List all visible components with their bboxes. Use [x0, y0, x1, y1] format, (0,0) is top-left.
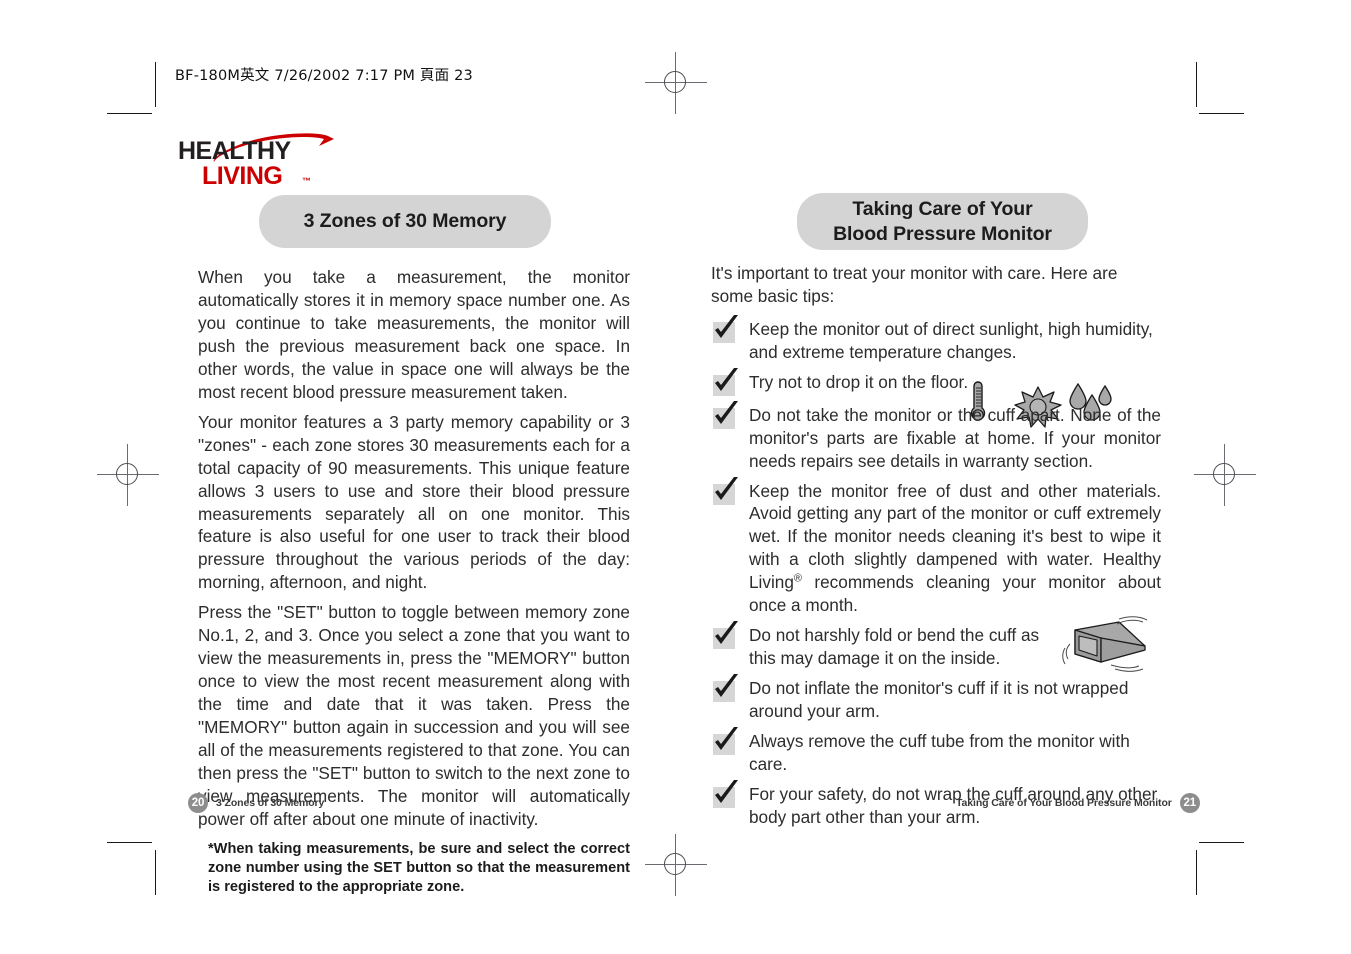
care-tips-list: Keep the monitor out of direct sunlight,…	[711, 314, 1161, 829]
list-item: Do not harshly fold or bend the cuff as …	[711, 616, 1161, 672]
list-item-label: Keep the monitor out of direct sunlight,…	[749, 318, 1153, 362]
checkmark-wrapper	[711, 621, 749, 650]
list-item-label: Do not harshly fold or bend the cuff as …	[749, 625, 1040, 669]
section-title-left-text: 3 Zones of 30 Memory	[303, 210, 507, 232]
section-title-right: Taking Care of Your Blood Pressure Monit…	[797, 193, 1088, 250]
healthy-living-logo: HEALTHY LIVING ™	[176, 133, 336, 189]
checkmark-wrapper	[711, 314, 749, 344]
registration-mark-bottom	[645, 834, 707, 896]
crop-mark-bottom-right-horizontal	[1199, 842, 1244, 843]
paragraph-memory-storage: When you take a measurement, the monitor…	[198, 267, 630, 402]
section-title-left: 3 Zones of 30 Memory	[259, 195, 551, 248]
crop-mark-top-right-vertical	[1196, 62, 1197, 107]
note-select-correct-zone: *When taking measurements, be sure and s…	[208, 840, 630, 895]
page-number-badge: 20	[188, 793, 208, 813]
checkmark-icon	[715, 367, 738, 391]
list-item: Always remove the cuff tube from the mon…	[711, 727, 1161, 776]
list-item-label: Always remove the cuff tube from the mon…	[749, 731, 1130, 774]
paragraph-three-zones: Your monitor features a 3 party memory c…	[198, 411, 630, 593]
footer-left: 20 3 Zones of 30 Memory	[188, 793, 324, 813]
crop-mark-bottom-left-vertical	[155, 850, 156, 895]
tip-text-after-mark: recommends cleaning your monitor about o…	[749, 572, 1161, 616]
checkmark-icon	[715, 476, 738, 500]
crop-mark-top-left-horizontal	[107, 113, 152, 114]
section-title-right-line2: Blood Pressure Monitor	[833, 222, 1052, 245]
intro-paragraph-care: It's important to treat your monitor wit…	[711, 263, 1118, 306]
footer-right: Taking Care of Your Blood Pressure Monit…	[956, 793, 1200, 813]
prepress-file-header: BF-180M英文 7/26/2002 7:17 PM 頁面 23	[175, 68, 473, 84]
checkmark-icon	[715, 727, 738, 751]
logo-text-healthy: HEALTHY	[178, 137, 291, 165]
checkmark-wrapper	[711, 779, 749, 809]
checkmark-wrapper	[711, 727, 749, 756]
document-page: BF-180M英文 7/26/2002 7:17 PM 頁面 23 HEALTH…	[0, 0, 1351, 954]
logo-text-living: LIVING	[202, 162, 283, 190]
section-title-right-line1: Taking Care of Your	[852, 197, 1033, 220]
checkmark-icon	[715, 621, 738, 645]
crop-mark-top-right-horizontal	[1199, 113, 1244, 114]
checkmark-wrapper	[711, 367, 749, 397]
checkmark-wrapper	[711, 400, 749, 430]
registration-mark-left	[97, 444, 159, 506]
list-item: Do not inflate the monitor's cuff if it …	[711, 674, 1161, 723]
registered-trademark-symbol: ®	[793, 572, 803, 585]
list-item-label: Do not take the monitor or the cuff apar…	[749, 404, 1161, 471]
checkmark-wrapper	[711, 476, 749, 506]
footer-section-label: 3 Zones of 30 Memory	[216, 797, 325, 809]
checkmark-icon	[715, 779, 738, 803]
list-item: Do not take the monitor or the cuff apar…	[711, 400, 1161, 473]
registration-mark-right	[1194, 444, 1256, 506]
list-item-label: Do not inflate the monitor's cuff if it …	[749, 678, 1129, 722]
cuff-icon	[1062, 616, 1148, 672]
registration-mark-top	[645, 52, 707, 114]
crop-mark-bottom-right-vertical	[1196, 850, 1197, 895]
logo-trademark-symbol: ™	[302, 176, 311, 186]
list-item: Keep the monitor out of direct sunlight,…	[711, 314, 1161, 428]
checkmark-wrapper	[711, 674, 749, 703]
crop-mark-bottom-left-horizontal	[107, 842, 152, 843]
crop-mark-top-left-vertical	[155, 62, 156, 107]
list-item: Try not to drop it on the floor.	[711, 367, 1161, 397]
checkmark-icon	[715, 314, 738, 338]
checkmark-icon	[715, 674, 738, 698]
list-item-label: Try not to drop it on the floor.	[749, 371, 969, 392]
list-item-label: Keep the monitor free of dust and other …	[749, 480, 1161, 618]
right-page-body: It's important to treat your monitor wit…	[711, 262, 1161, 836]
footer-section-label: Taking Care of Your Blood Pressure Monit…	[956, 797, 1172, 809]
list-item: Keep the monitor free of dust and other …	[711, 476, 1161, 618]
page-number-badge: 21	[1179, 793, 1200, 813]
checkmark-icon	[715, 400, 738, 424]
